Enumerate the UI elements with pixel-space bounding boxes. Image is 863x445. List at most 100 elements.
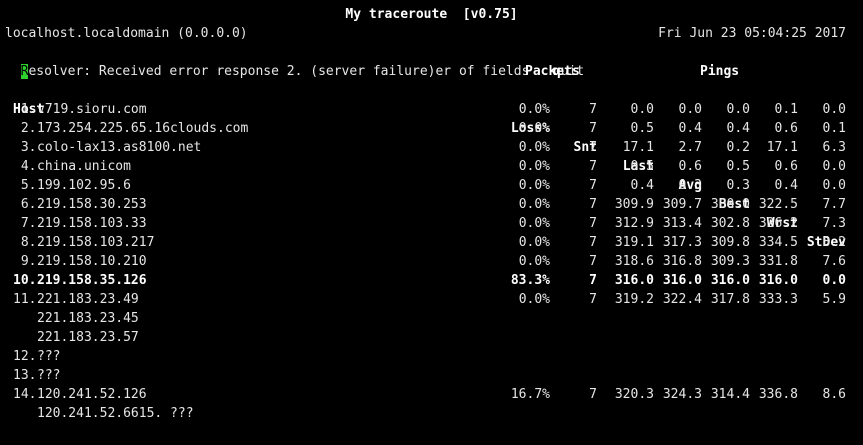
hop-avg: 0.4 xyxy=(678,121,702,136)
hop-best: 0.5 xyxy=(726,159,750,174)
hop-loss: 0.0% xyxy=(518,159,550,174)
hop-avg: 317.3 xyxy=(662,235,702,250)
hop-wrst: 322.5 xyxy=(758,197,798,212)
hop-last: 0.4 xyxy=(630,178,654,193)
hop-snt: 7 xyxy=(589,387,597,402)
hop-stdev: 0.0 xyxy=(822,159,846,174)
table-row: 4. china.unicom 0.0% 7 0.5 0.6 0.5 0.6 0.0 xyxy=(0,157,863,176)
hop-best: 314.4 xyxy=(710,387,750,402)
hop-snt: 7 xyxy=(589,178,597,193)
table-row: 10. 219.158.35.126 83.3% 7 316.0 316.0 316.0 31… xyxy=(0,271,863,290)
hop-avg: 322.4 xyxy=(662,292,702,307)
hop-host: 173.254.225.65.16clouds.com xyxy=(37,121,249,136)
hop-number: 14. xyxy=(13,387,37,402)
hop-host: 221.183.23.49 xyxy=(37,292,139,307)
hop-last: 316.0 xyxy=(614,273,654,288)
hop-stdev: 0.0 xyxy=(822,102,846,117)
hop-host: 221.183.23.57 xyxy=(37,330,139,345)
hop-avg: 316.8 xyxy=(662,254,702,269)
hop-best: 302.8 xyxy=(710,216,750,231)
hop-stdev: 8.2 xyxy=(822,235,846,250)
hop-host: 219.158.30.253 xyxy=(37,197,147,212)
hop-host: ??? xyxy=(37,349,61,364)
hop-snt: 7 xyxy=(589,121,597,136)
hop-avg: 0.6 xyxy=(678,159,702,174)
hop-best: 309.3 xyxy=(710,254,750,269)
hop-host: ??? xyxy=(37,368,61,383)
hop-snt: 7 xyxy=(589,273,597,288)
table-row: 221.183.23.45 xyxy=(0,309,863,328)
table-row: 221.183.23.57 xyxy=(0,328,863,347)
hop-number: 2. xyxy=(13,121,37,136)
hop-last: 17.1 xyxy=(622,140,654,155)
hop-number: 7. xyxy=(13,216,37,231)
table-row: 9. 219.158.10.210 0.0% 7 318.6 316.8 309.3 331.… xyxy=(0,252,863,271)
hop-wrst: 333.3 xyxy=(758,292,798,307)
table-row: 14. 120.241.52.126 16.7% 7 320.3 324.3 314.4 33… xyxy=(0,385,863,404)
status-message: esolver: Received error response 2. (ser… xyxy=(28,64,530,79)
pings-group-header: Pings xyxy=(700,64,740,79)
hop-snt: 7 xyxy=(589,197,597,212)
hop-loss: 0.0% xyxy=(518,197,550,212)
hop-last: 309.9 xyxy=(614,197,654,212)
hop-host: 219.158.35.126 xyxy=(37,273,147,288)
hop-best: 0.3 xyxy=(726,178,750,193)
hop-number: 13. xyxy=(13,368,37,383)
hop-snt: 7 xyxy=(589,235,597,250)
window-title: My traceroute [v0.75] xyxy=(345,7,518,22)
table-row: 8. 219.158.103.217 0.0% 7 319.1 317.3 309.8 334… xyxy=(0,233,863,252)
hop-stdev: 7.6 xyxy=(822,254,846,269)
hop-snt: 7 xyxy=(589,159,597,174)
hop-number: 5. xyxy=(13,178,37,193)
hop-stdev: 5.9 xyxy=(822,292,846,307)
packets-group-header: Packets xyxy=(525,64,580,79)
hop-host: 199.102.95.6 xyxy=(37,178,131,193)
hop-last: 318.6 xyxy=(614,254,654,269)
hop-wrst: 334.5 xyxy=(758,235,798,250)
hop-loss: 0.0% xyxy=(518,102,550,117)
hop-host: 219.158.103.33 xyxy=(37,216,147,231)
hop-wrst: 17.1 xyxy=(766,140,798,155)
hop-loss: 0.0% xyxy=(518,254,550,269)
hop-number: 9. xyxy=(13,254,37,269)
hop-host: china.unicom xyxy=(37,159,131,174)
table-row: 120.241.52.6615. ??? xyxy=(0,404,863,423)
hop-last: 319.1 xyxy=(614,235,654,250)
hop-best: 309.8 xyxy=(710,235,750,250)
table-row: 7. 219.158.103.33 0.0% 7 312.9 313.4 302.8 326.… xyxy=(0,214,863,233)
hop-loss: 0.0% xyxy=(518,216,550,231)
table-row: 13.??? xyxy=(0,366,863,385)
hop-avg: 0.0 xyxy=(678,102,702,117)
hop-stdev: 0.1 xyxy=(822,121,846,136)
hop-wrst: 0.1 xyxy=(774,102,798,117)
hop-avg: 2.7 xyxy=(678,140,702,155)
hop-last: 0.0 xyxy=(630,102,654,117)
hop-wrst: 0.4 xyxy=(774,178,798,193)
hop-number: 3. xyxy=(13,140,37,155)
table-row: 6. 219.158.30.253 0.0% 7 309.9 309.7 300.0 322.… xyxy=(0,195,863,214)
hop-number: 11. xyxy=(13,292,37,307)
hop-wrst: 0.6 xyxy=(774,159,798,174)
datetime: Fri Jun 23 05:04:25 2017 xyxy=(658,26,846,41)
local-host-info: localhost.localdomain (0.0.0.0) xyxy=(5,26,248,41)
hop-number: 12. xyxy=(13,349,37,364)
hop-host: 120.241.52.126 xyxy=(37,387,147,402)
hop-loss: 83.3% xyxy=(510,273,550,288)
hop-snt: 7 xyxy=(589,102,597,117)
hop-stdev: 6.3 xyxy=(822,140,846,155)
hop-number: 4. xyxy=(13,159,37,174)
table-row: 11. 221.183.23.49 0.0% 7 319.2 322.4 317.8 333.… xyxy=(0,290,863,309)
hop-host: 120.241.52.6615. ??? xyxy=(37,406,194,421)
hop-last: 319.2 xyxy=(614,292,654,307)
hop-wrst: 0.6 xyxy=(774,121,798,136)
hop-host: 221.183.23.45 xyxy=(37,311,139,326)
hop-best: 0.4 xyxy=(726,121,750,136)
table-row: 5. 199.102.95.6 0.0% 7 0.4 0.3 0.3 0.4 0.0 xyxy=(0,176,863,195)
hop-number: 1. xyxy=(13,102,37,117)
hop-last: 312.9 xyxy=(614,216,654,231)
hop-loss: 0.0% xyxy=(518,140,550,155)
hop-host: 219.158.103.217 xyxy=(37,235,155,250)
status-line: Resolver: Received error response 2. (se… xyxy=(5,43,584,79)
hop-host: v719.sioru.com xyxy=(37,102,147,117)
hop-snt: 7 xyxy=(589,140,597,155)
